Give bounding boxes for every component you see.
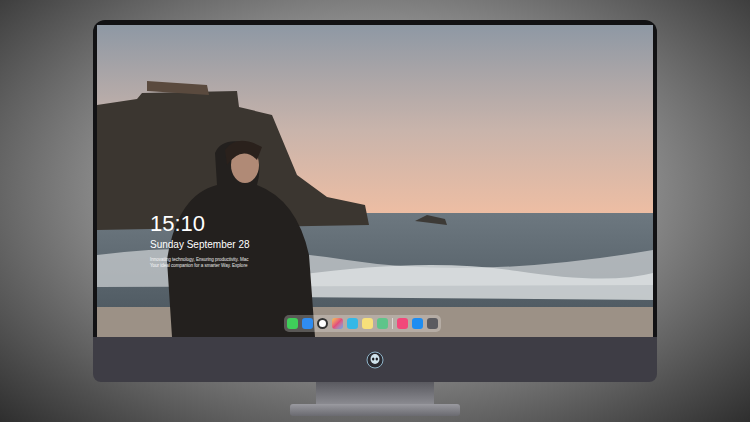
monitor: 15:10 Sunday September 28 Innovating tec… bbox=[93, 20, 657, 416]
maps-icon[interactable] bbox=[377, 318, 388, 329]
dock-separator bbox=[392, 318, 393, 329]
tagline-line: Innovating technology, Ensuring producti… bbox=[150, 257, 250, 263]
messages-icon[interactable] bbox=[287, 318, 298, 329]
music-icon[interactable] bbox=[397, 318, 408, 329]
screen-bezel: 15:10 Sunday September 28 Innovating tec… bbox=[93, 20, 657, 337]
monitor-neck bbox=[316, 382, 434, 404]
alien-logo-icon bbox=[366, 351, 384, 369]
background: 15:10 Sunday September 28 Innovating tec… bbox=[0, 0, 750, 422]
notes-icon[interactable] bbox=[362, 318, 373, 329]
wallpaper-photo bbox=[97, 25, 653, 337]
finder-icon[interactable] bbox=[302, 318, 313, 329]
date: Sunday September 28 bbox=[150, 238, 250, 251]
photos-icon[interactable] bbox=[332, 318, 343, 329]
tagline: Innovating technology, Ensuring producti… bbox=[150, 257, 250, 269]
clock: 15:10 bbox=[150, 211, 250, 237]
app-store-icon[interactable] bbox=[412, 318, 423, 329]
monitor-chin bbox=[93, 337, 657, 382]
clapper-icon[interactable] bbox=[347, 318, 358, 329]
dock bbox=[284, 315, 441, 332]
lock-screen[interactable]: 15:10 Sunday September 28 Innovating tec… bbox=[97, 25, 653, 337]
camera-icon[interactable] bbox=[427, 318, 438, 329]
monitor-base bbox=[290, 404, 460, 416]
lock-info: 15:10 Sunday September 28 Innovating tec… bbox=[150, 211, 250, 269]
tagline-line: Your ideal companion for a smarter Way. … bbox=[150, 263, 250, 269]
safari-icon[interactable] bbox=[317, 318, 328, 329]
